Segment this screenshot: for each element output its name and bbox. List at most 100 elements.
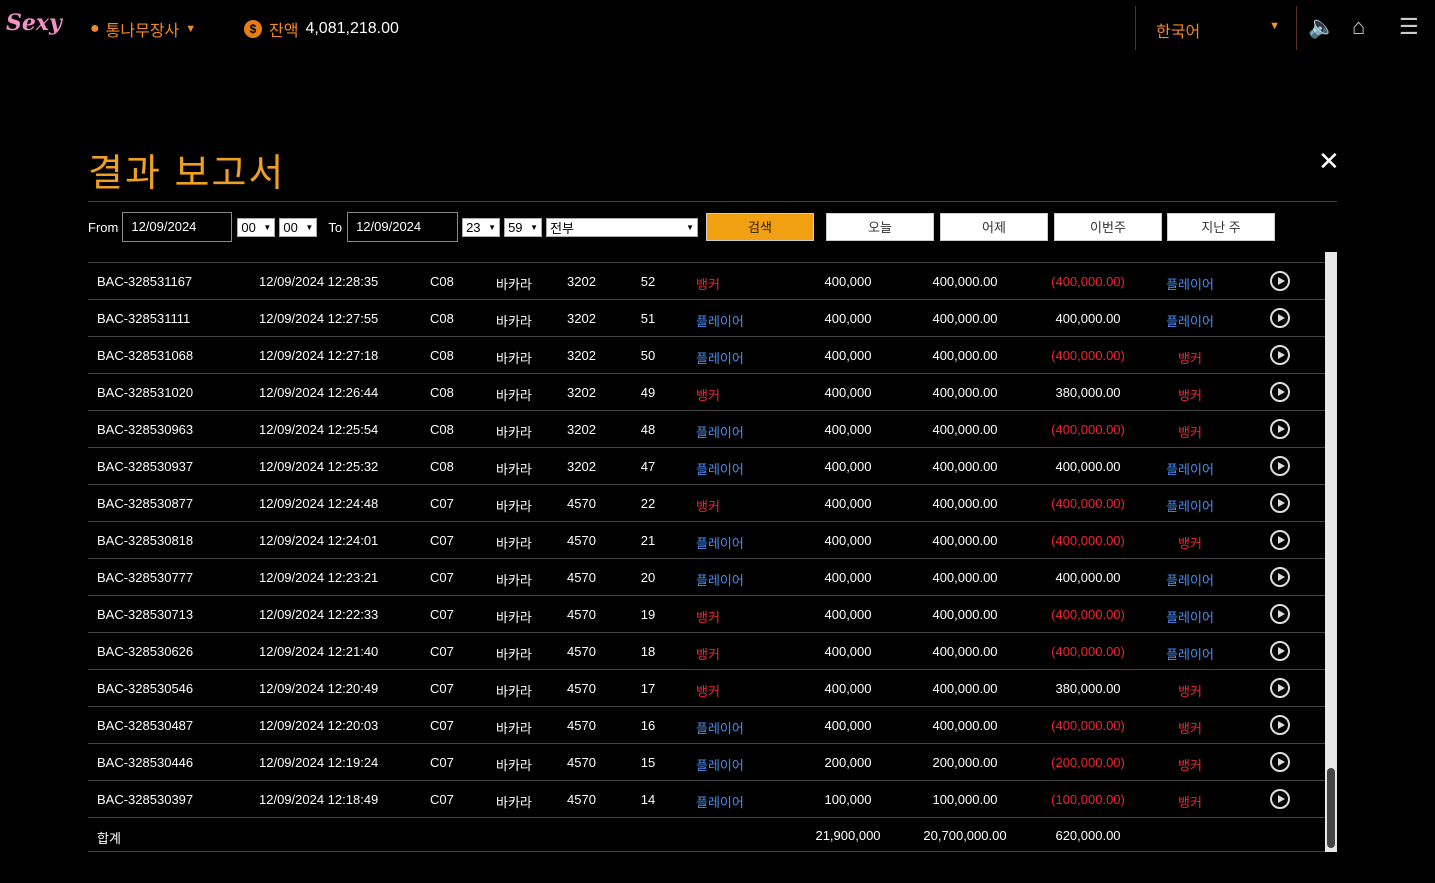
bet-amount: 400,000 (824, 311, 872, 326)
table-row: BAC-328531167 12/09/2024 12:28:35 C08 바카라 32… (88, 262, 1325, 299)
language-select[interactable]: 한국어 ▼ (1135, 6, 1297, 50)
valid-bet: 400,000.00 (932, 718, 998, 733)
replay-icon[interactable] (1270, 715, 1290, 735)
bet-type: 플레이어 (696, 721, 744, 736)
shoe: 4570 (567, 644, 596, 659)
round: 16 (640, 718, 656, 733)
scrollbar[interactable] (1325, 252, 1337, 852)
caret-down-icon: ▼ (1269, 20, 1280, 32)
bet-id: BAC-328530713 (97, 607, 194, 622)
bet-type: 뱅커 (696, 684, 720, 699)
game-name: 바카라 (496, 795, 532, 810)
round: 49 (640, 385, 656, 400)
replay-icon[interactable] (1270, 271, 1290, 291)
bet-time: 12/09/2024 12:19:24 (259, 755, 379, 770)
replay-icon[interactable] (1270, 308, 1290, 328)
bet-id: BAC-328530626 (97, 644, 194, 659)
home-icon[interactable]: ⌂ (1352, 14, 1365, 40)
valid-bet: 400,000.00 (932, 459, 998, 474)
game-name: 바카라 (496, 314, 532, 329)
shoe: 4570 (567, 792, 596, 807)
valid-bet: 100,000.00 (932, 792, 998, 807)
table-id: C08 (430, 422, 454, 437)
win-loss: (200,000.00) (1051, 755, 1125, 770)
replay-icon[interactable] (1270, 789, 1290, 809)
bet-time: 12/09/2024 12:25:32 (259, 459, 379, 474)
bet-type: 뱅커 (696, 277, 720, 292)
game-name: 바카라 (496, 573, 532, 588)
table-row: BAC-328530397 12/09/2024 12:18:49 C07 바카라 45… (88, 780, 1325, 817)
speaker-icon[interactable]: 🔈 (1308, 14, 1335, 40)
table-id: C07 (430, 644, 454, 659)
replay-icon[interactable] (1270, 530, 1290, 550)
scrollbar-thumb[interactable] (1327, 768, 1335, 848)
table-id: C08 (430, 311, 454, 326)
win-loss: (400,000.00) (1051, 274, 1125, 289)
replay-icon[interactable] (1270, 456, 1290, 476)
from-hour-select[interactable]: 00 ▼ (237, 217, 276, 237)
results-table: BAC-328531167 12/09/2024 12:28:35 C08 바카라 32… (88, 262, 1325, 852)
replay-icon[interactable] (1270, 493, 1290, 513)
table-row: BAC-328530877 12/09/2024 12:24:48 C07 바카라 45… (88, 484, 1325, 521)
replay-icon[interactable] (1270, 604, 1290, 624)
replay-icon[interactable] (1270, 752, 1290, 772)
from-date-input[interactable]: 12/09/2024 (122, 212, 233, 242)
menu-icon[interactable]: ☰ (1399, 14, 1419, 40)
to-label: To (328, 219, 343, 235)
replay-icon[interactable] (1270, 567, 1290, 587)
to-date-input[interactable]: 12/09/2024 (347, 212, 459, 242)
bet-time: 12/09/2024 12:25:54 (259, 422, 379, 437)
table-id: C07 (430, 496, 454, 511)
total-bet: 21,900,000 (815, 828, 881, 843)
shoe: 3202 (567, 459, 596, 474)
table-id: C07 (430, 681, 454, 696)
game-name: 바카라 (496, 462, 532, 477)
bet-id: BAC-328530877 (97, 496, 194, 511)
shoe: 4570 (567, 718, 596, 733)
to-hour-select[interactable]: 23 ▼ (462, 217, 501, 237)
logo[interactable]: Sexy (6, 10, 62, 36)
this-week-button[interactable]: 이번주 (1054, 213, 1162, 241)
valid-bet: 200,000.00 (932, 755, 998, 770)
total-valid: 20,700,000.00 (923, 828, 1007, 843)
game-name: 바카라 (496, 684, 532, 699)
result: 플레이어 (1166, 647, 1214, 662)
top-bar: Sexy ● 통나무장사 ▼ $ 잔액 4,081,218.00 한국어 ▼ 🔈 ⌂ ☰ (0, 0, 1435, 55)
bet-amount: 400,000 (824, 718, 872, 733)
valid-bet: 400,000.00 (932, 422, 998, 437)
replay-icon[interactable] (1270, 419, 1290, 439)
today-button[interactable]: 오늘 (826, 213, 934, 241)
replay-icon[interactable] (1270, 678, 1290, 698)
round: 15 (640, 755, 656, 770)
search-button[interactable]: 검색 (706, 213, 814, 241)
game-type-select[interactable]: 전부 ▼ (546, 217, 699, 237)
table-id: C07 (430, 607, 454, 622)
replay-icon[interactable] (1270, 641, 1290, 661)
replay-icon[interactable] (1270, 345, 1290, 365)
last-week-button[interactable]: 지난 주 (1167, 213, 1275, 241)
round: 47 (640, 459, 656, 474)
replay-icon[interactable] (1270, 382, 1290, 402)
valid-bet: 400,000.00 (932, 533, 998, 548)
result: 플레이어 (1166, 462, 1214, 477)
bet-amount: 400,000 (824, 644, 872, 659)
result: 플레이어 (1166, 277, 1214, 292)
user-menu[interactable]: ● 통나무장사 ▼ (90, 17, 196, 41)
balance-label: 잔액 (269, 23, 299, 40)
to-minute-select[interactable]: 59 ▼ (504, 217, 543, 237)
page-title: 결과 보고서 (88, 153, 286, 195)
bet-id: BAC-328531068 (97, 348, 194, 363)
bet-amount: 200,000 (824, 755, 872, 770)
shoe: 4570 (567, 533, 596, 548)
win-loss: (400,000.00) (1051, 644, 1125, 659)
close-icon[interactable]: ✕ (1318, 146, 1340, 177)
from-minute-select[interactable]: 00 ▼ (279, 217, 318, 237)
valid-bet: 400,000.00 (932, 607, 998, 622)
bet-amount: 400,000 (824, 422, 872, 437)
bet-type: 플레이어 (696, 758, 744, 773)
balance-value: 4,081,218.00 (305, 20, 399, 37)
game-name: 바카라 (496, 499, 532, 514)
yesterday-button[interactable]: 어제 (940, 213, 1048, 241)
bet-time: 12/09/2024 12:27:18 (259, 348, 379, 363)
valid-bet: 400,000.00 (932, 681, 998, 696)
